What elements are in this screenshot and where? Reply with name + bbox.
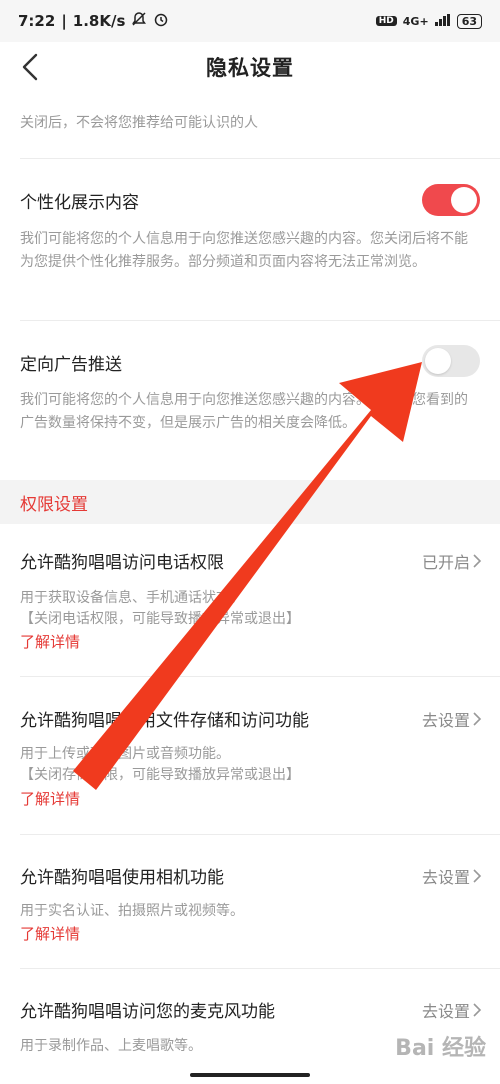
home-indicator[interactable] xyxy=(190,1073,310,1077)
chevron-left-icon xyxy=(22,53,38,81)
permission-status[interactable]: 已开启 xyxy=(422,549,482,573)
permission-title: 允许酷狗唱唱使用相机功能 xyxy=(20,868,224,888)
top-nav-bar: 隐私设置 xyxy=(0,42,500,92)
network-type: 4G+ xyxy=(402,14,429,28)
back-button[interactable] xyxy=(8,42,52,92)
hd-badge: HD xyxy=(375,16,397,26)
chevron-right-icon xyxy=(473,869,482,883)
chevron-right-icon xyxy=(473,1003,482,1017)
status-right: HD 4G+ 63 xyxy=(375,13,482,29)
permission-status[interactable]: 去设置 xyxy=(422,864,482,888)
permission-status-label: 去设置 xyxy=(421,711,470,730)
permission-desc-line: 【关闭存储权限，可能导致播放异常或退出】 xyxy=(20,767,300,783)
toggle-knob xyxy=(425,348,451,374)
status-bar: 7:22 | 1.8K/s HD 4G+ 63 xyxy=(0,0,500,42)
toggle-knob xyxy=(451,187,477,213)
permission-desc-line: 用于上传或下载图片或音频功能。 xyxy=(20,746,230,762)
chevron-right-icon xyxy=(473,554,482,568)
permission-status[interactable]: 去设置 xyxy=(422,707,482,731)
status-left: 7:22 | 1.8K/s xyxy=(18,11,169,31)
permission-title: 允许酷狗唱唱访问电话权限 xyxy=(20,553,224,573)
divider xyxy=(20,834,500,835)
chevron-right-icon xyxy=(473,712,482,726)
divider xyxy=(20,320,500,321)
learn-more-link[interactable]: 了解详情 xyxy=(20,631,80,652)
permission-status-label: 去设置 xyxy=(421,1002,470,1021)
baidu-watermark: Bai 经验 xyxy=(395,1036,486,1061)
permissions-section-header: 权限设置 xyxy=(0,480,500,524)
alarm-icon xyxy=(153,11,169,31)
divider xyxy=(20,676,500,677)
permission-desc-line: 【关闭电话权限，可能导致播放异常或退出】 xyxy=(20,611,300,627)
targeted-ads-toggle[interactable] xyxy=(422,345,480,377)
permission-status-label: 已开启 xyxy=(421,553,470,572)
learn-more-link[interactable]: 了解详情 xyxy=(20,923,80,944)
personalized-content-toggle[interactable] xyxy=(422,184,480,216)
divider xyxy=(20,968,500,969)
permission-status-label: 去设置 xyxy=(421,868,470,887)
recommend-to-contacts-desc: 关闭后，不会将您推荐给可能认识的人 xyxy=(20,115,258,131)
permission-title: 允许酷狗唱唱使用文件存储和访问功能 xyxy=(20,711,309,731)
targeted-ads-desc: 我们可能将您的个人信息用于向您推送您感兴趣的内容。关闭后您看到的广告数量将保持不… xyxy=(20,392,468,431)
network-speed: 1.8K/s xyxy=(72,12,126,30)
personalized-content-desc: 我们可能将您的个人信息用于向您推送您感兴趣的内容。您关闭后将不能为您提供个性化推… xyxy=(20,231,468,270)
learn-more-link[interactable]: 了解详情 xyxy=(20,788,80,809)
page-title: 隐私设置 xyxy=(206,56,294,80)
mute-icon xyxy=(131,11,147,31)
status-time: 7:22 xyxy=(18,12,56,30)
divider xyxy=(20,158,500,159)
permission-title: 允许酷狗唱唱访问您的麦克风功能 xyxy=(20,1002,275,1022)
battery-icon: 63 xyxy=(456,13,482,29)
status-separator: | xyxy=(61,12,67,30)
permission-desc-line: 用于实名认证、拍摄照片或视频等。 xyxy=(20,903,244,919)
permission-status[interactable]: 去设置 xyxy=(422,998,482,1022)
permission-desc-line: 用于获取设备信息、手机通话状态。 xyxy=(20,590,244,606)
signal-icon xyxy=(434,13,451,29)
